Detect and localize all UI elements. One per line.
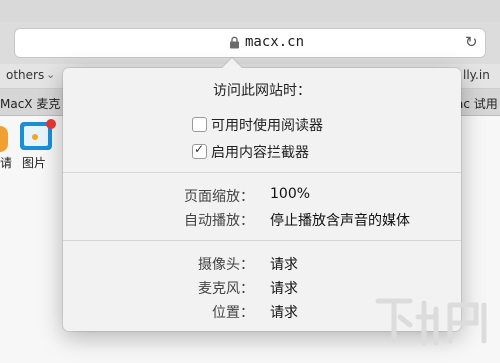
image-icon[interactable] (20, 119, 56, 150)
toolbar: macx.cn ↻ (0, 22, 500, 64)
microphone-value[interactable]: 请求 (270, 278, 298, 298)
zoom-label: 页面缩放： (184, 189, 254, 205)
divider (63, 172, 461, 173)
camera-label: 摄像头： (198, 257, 254, 273)
autoplay-label: 自动播放： (184, 213, 254, 229)
bookmark-right[interactable]: lly.in (463, 68, 490, 82)
url-text: macx.cn (245, 34, 305, 50)
bookmark-others[interactable]: others (6, 68, 44, 82)
zoom-value[interactable]: 100% (270, 186, 310, 202)
images-label: 图片 (22, 156, 47, 170)
shortcut-label: 请 (0, 156, 13, 170)
location-label: 位置： (212, 305, 254, 321)
window-titlebar (0, 0, 500, 22)
content-blocker-label: 启用内容拦截器 (211, 145, 309, 161)
camera-value[interactable]: 请求 (270, 254, 298, 274)
reader-checkbox[interactable] (192, 117, 207, 132)
autoplay-value[interactable]: 停止播放含声音的媒体 (270, 210, 410, 230)
watermark-logo (375, 298, 487, 346)
address-bar[interactable]: macx.cn ↻ (14, 28, 486, 58)
chevron-down-icon[interactable]: ⌄ (46, 68, 55, 81)
reader-label: 可用时使用阅读器 (211, 118, 323, 134)
reload-icon[interactable]: ↻ (465, 34, 481, 50)
location-value[interactable]: 请求 (270, 302, 298, 322)
tab-macx[interactable]: MacX 麦克 (0, 95, 60, 112)
content-blocker-checkbox[interactable] (192, 142, 207, 159)
tab-trial[interactable]: ac 试用 (456, 95, 498, 112)
lock-icon (230, 36, 239, 49)
shortcut-icon[interactable] (0, 126, 8, 152)
popover-title: 访问此网站时： (213, 83, 311, 99)
microphone-label: 麦克风： (198, 281, 254, 297)
divider (63, 240, 461, 241)
